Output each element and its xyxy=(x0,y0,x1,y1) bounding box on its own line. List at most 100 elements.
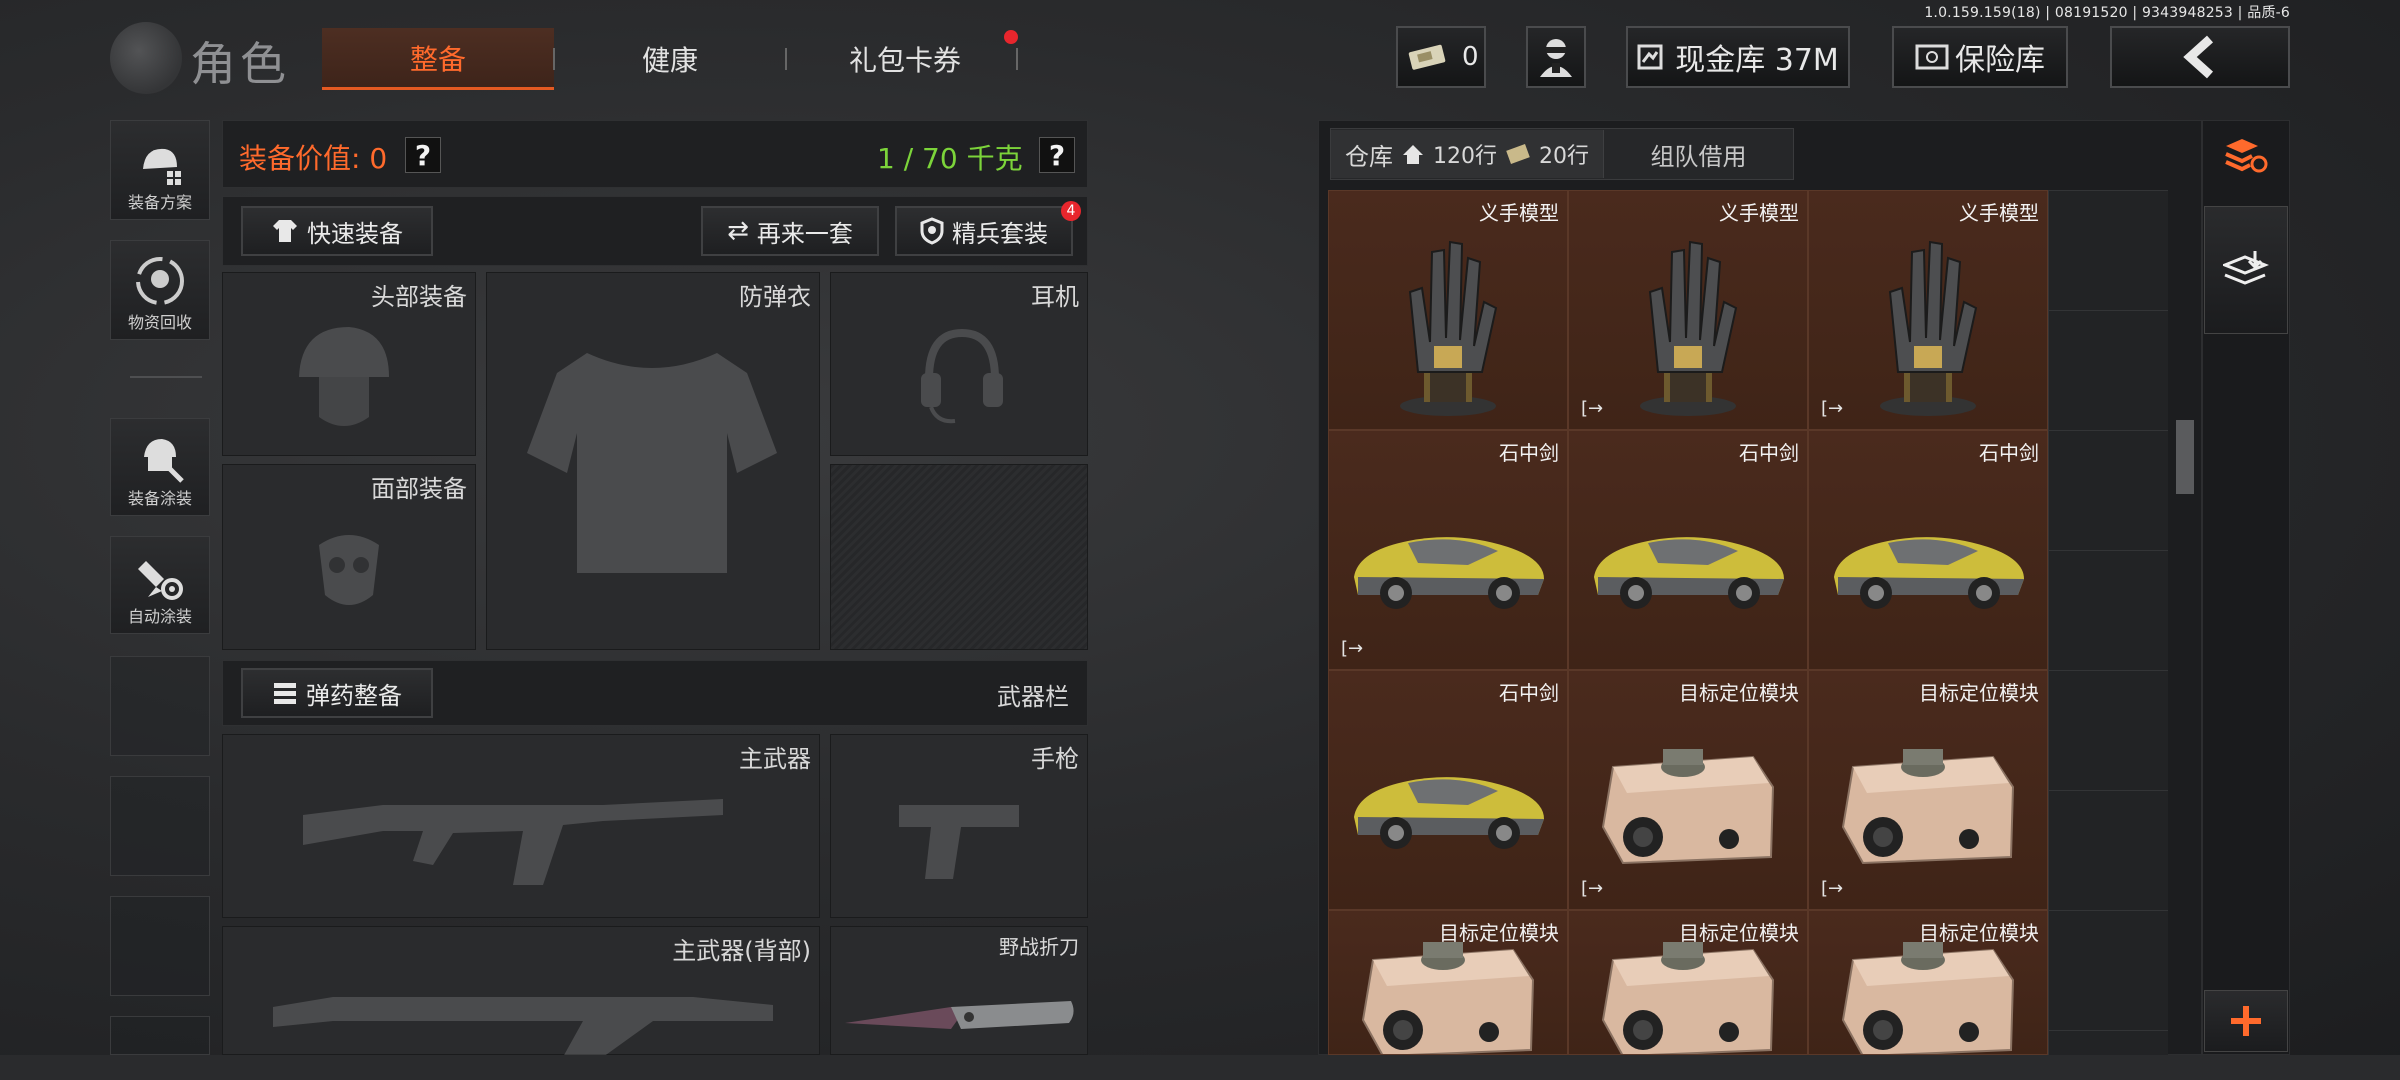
warehouse-item[interactable]: 石中剑 [→ xyxy=(1328,430,1568,670)
warehouse-item-name: 石中剑 xyxy=(1739,441,1799,465)
slot-locked xyxy=(830,464,1088,650)
tab-team-borrow-label: 组队借用 xyxy=(1650,142,1747,171)
targeting-module-icon xyxy=(1569,695,1807,909)
add-button[interactable] xyxy=(2204,990,2288,1052)
sidebar-empty-slot xyxy=(110,776,210,876)
bottom-bar xyxy=(0,1055,2400,1080)
warehouse-item[interactable]: 目标定位模块 [→ xyxy=(1568,670,1808,910)
sports-car-icon xyxy=(1329,455,1567,669)
warehouse-item[interactable]: 目标定位模块 [→ xyxy=(1808,670,2048,910)
elite-set-button[interactable]: 精兵套装 xyxy=(895,206,1073,256)
warehouse-item-name: 目标定位模块 xyxy=(1679,681,1799,705)
back-button[interactable] xyxy=(2110,26,2290,88)
sports-car-icon xyxy=(1809,455,2047,669)
sort-button[interactable] xyxy=(2222,132,2270,180)
rows-b: 20行 xyxy=(1539,144,1589,169)
sidebar-empty-slot xyxy=(110,896,210,996)
again-set-button[interactable]: ⇄ 再来一套 xyxy=(701,206,879,256)
extract-icon: [→ xyxy=(1581,398,1604,419)
sidebar-item-label: 装备涂装 xyxy=(127,489,192,508)
cash-icon xyxy=(1637,44,1663,70)
again-set-label: 再来一套 xyxy=(756,219,853,248)
targeting-module-icon xyxy=(1329,935,1567,1054)
warehouse-item[interactable]: 目标定位模块 xyxy=(1568,910,1808,1055)
help-icon[interactable]: ? xyxy=(405,137,441,173)
slot-knife[interactable]: 野战折刀 xyxy=(830,926,1088,1055)
slot-primary-back[interactable]: 主武器(背部) xyxy=(222,926,820,1057)
rifle-icon xyxy=(303,799,723,885)
tab-equip[interactable]: 整备 xyxy=(322,28,554,90)
warehouse-item-name: 义手模型 xyxy=(1959,201,2039,225)
sidebar-item-recycle[interactable]: 物资回收 xyxy=(110,240,210,340)
shirt-icon xyxy=(273,220,297,242)
extract-icon: [→ xyxy=(1341,638,1364,659)
slot-primary-weapon[interactable]: 主武器 xyxy=(222,734,820,918)
warehouse-item[interactable]: 石中剑 xyxy=(1328,670,1568,910)
tab-divider xyxy=(553,48,555,70)
ammo-icon xyxy=(274,683,296,704)
equipment-header: 装备价值: 0 ? 1 / 70 千克 ? xyxy=(222,120,1088,188)
robot-hand-icon xyxy=(1329,215,1567,429)
warehouse-tabs: 仓库 120行 20行 组队借用 xyxy=(1330,128,1794,180)
ticket-counter[interactable]: 0 xyxy=(1396,26,1486,88)
tab-team-borrow[interactable]: 组队借用 xyxy=(1604,130,1793,178)
gas-mask-icon xyxy=(319,535,379,605)
ticket-count: 0 xyxy=(1462,42,1479,72)
sports-car-icon xyxy=(1569,455,1807,669)
slot-primary-label: 主武器 xyxy=(739,745,811,773)
warehouse-item[interactable]: 石中剑 xyxy=(1808,430,2048,670)
tab-gift[interactable]: 礼包卡券 xyxy=(790,28,1020,90)
elite-badge: 4 xyxy=(1061,201,1081,221)
sidebar-item-loadout[interactable]: 装备方案 xyxy=(110,120,210,220)
tab-health[interactable]: 健康 xyxy=(560,28,780,90)
slot-face[interactable]: 面部装备 xyxy=(222,464,476,650)
operator-button[interactable] xyxy=(1526,26,1586,88)
sidebar-item-skin[interactable]: 装备涂装 xyxy=(110,418,210,516)
sports-car-icon xyxy=(1329,695,1567,909)
operator-icon xyxy=(1540,39,1572,77)
warehouse-item-name: 目标定位模块 xyxy=(1919,921,2039,945)
slot-headset-label: 耳机 xyxy=(1031,283,1079,311)
headset-icon xyxy=(921,328,1003,424)
targeting-module-icon xyxy=(1809,695,2047,909)
help-icon[interactable]: ? xyxy=(1039,137,1075,173)
quick-equip-button[interactable]: 快速装备 xyxy=(241,206,433,256)
cash-vault-button[interactable]: 现金库 37M xyxy=(1626,26,1850,88)
extract-icon: [→ xyxy=(1581,878,1604,899)
sidebar-empty-slot xyxy=(110,1016,210,1055)
helmet-grid-icon xyxy=(143,148,181,185)
warehouse-item[interactable]: 义手模型 [→ xyxy=(1808,190,2048,430)
tab-gift-label: 礼包卡券 xyxy=(848,44,961,77)
tab-warehouse[interactable]: 仓库 120行 20行 xyxy=(1331,130,1604,178)
ammo-button[interactable]: 弹药整备 xyxy=(241,668,433,718)
weapon-bar-label: 武器栏 xyxy=(997,683,1069,711)
sidebar-item-label: 物资回收 xyxy=(127,313,192,332)
tab-warehouse-label: 仓库 xyxy=(1345,142,1393,171)
targeting-module-icon xyxy=(1569,935,1807,1054)
slot-knife-label: 野战折刀 xyxy=(999,935,1079,959)
sidebar-item-autopaint[interactable]: 自动涂装 xyxy=(110,536,210,634)
warehouse-item[interactable]: 石中剑 xyxy=(1568,430,1808,670)
robot-hand-icon xyxy=(1569,215,1807,429)
tab-divider xyxy=(1016,48,1018,70)
warehouse-scrollbar[interactable] xyxy=(2176,420,2194,494)
slot-pistol[interactable]: 手枪 xyxy=(830,734,1088,918)
warehouse-item[interactable]: 目标定位模块 xyxy=(1808,910,2048,1055)
chevron-left-icon xyxy=(2183,35,2214,79)
warehouse-item[interactable]: 义手模型 [→ xyxy=(1568,190,1808,430)
slot-head[interactable]: 头部装备 xyxy=(222,272,476,456)
warehouse-item-name: 目标定位模块 xyxy=(1439,921,1559,945)
equipment-value: 装备价值: 0 xyxy=(239,142,388,175)
ticket-icon xyxy=(1408,44,1446,70)
safe-vault-button[interactable]: 保险库 xyxy=(1892,26,2068,88)
layers-refresh-icon xyxy=(2225,139,2268,173)
refresh-icon: ⇄ xyxy=(727,216,749,246)
vest-icon xyxy=(527,353,777,573)
stash-button[interactable] xyxy=(2204,206,2288,334)
warehouse-item[interactable]: 目标定位模块 xyxy=(1328,910,1568,1055)
slot-armor[interactable]: 防弹衣 xyxy=(486,272,820,650)
cash-vault-label: 现金库 37M xyxy=(1675,43,1839,78)
slot-headset[interactable]: 耳机 xyxy=(830,272,1088,456)
version-info: 1.0.159.159(18) | 08191520 | 9343948253 … xyxy=(1924,5,2290,21)
warehouse-item[interactable]: 义手模型 xyxy=(1328,190,1568,430)
